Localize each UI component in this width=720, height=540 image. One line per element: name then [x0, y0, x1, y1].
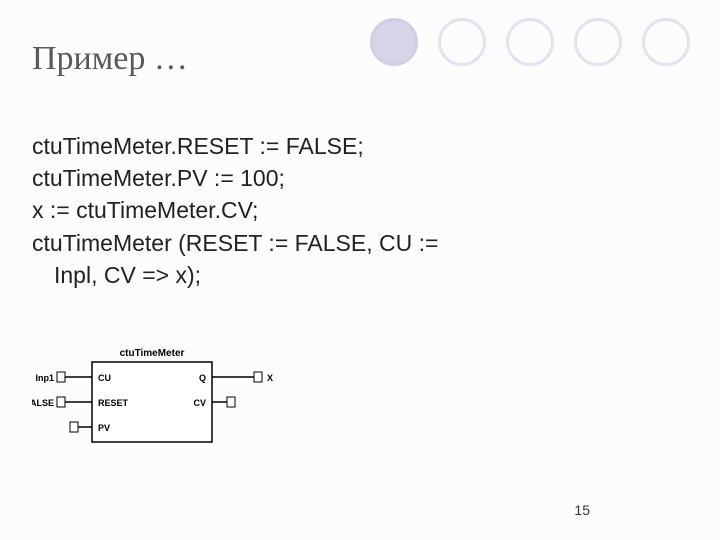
port-label: RESET: [98, 398, 129, 408]
decorative-circles: [370, 18, 690, 66]
circle-icon: [438, 18, 486, 66]
circle-icon: [370, 18, 418, 66]
port-label: Q: [199, 373, 206, 383]
block-title: ctuTimeMeter: [120, 348, 185, 359]
circle-icon: [506, 18, 554, 66]
code-line: ctuTimeMeter.PV := 100;: [32, 162, 690, 194]
port-label: CV: [193, 398, 206, 408]
signal-label: FALSE: [32, 398, 54, 408]
code-block: ctuTimeMeter.RESET := FALSE; ctuTimeMete…: [32, 130, 690, 291]
signal-label: X: [267, 373, 273, 383]
port-label: CU: [98, 373, 111, 383]
circle-icon: [642, 18, 690, 66]
page-number: 15: [574, 502, 590, 518]
code-line: Inpl, CV => x);: [32, 259, 690, 291]
circle-icon: [574, 18, 622, 66]
code-line: x := ctuTimeMeter.CV;: [32, 194, 690, 226]
port-label: PV: [98, 423, 110, 433]
code-line: ctuTimeMeter (RESET := FALSE, CU :=: [32, 227, 690, 259]
code-line: ctuTimeMeter.RESET := FALSE;: [32, 130, 690, 162]
slide-title: Пример …: [32, 40, 188, 78]
signal-label: Inp1: [35, 373, 54, 383]
function-block-diagram: ctuTimeMeter Inp1 CU FALSE RESET PV Q X …: [32, 344, 292, 454]
